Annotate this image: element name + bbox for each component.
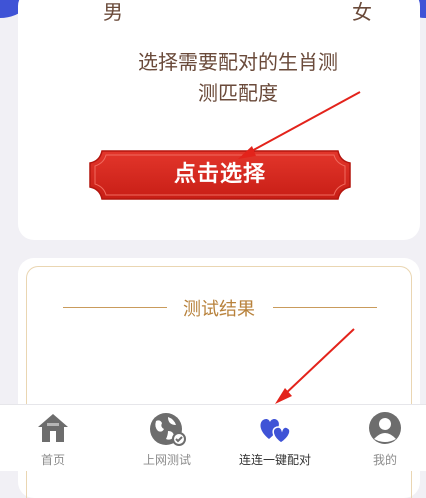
instruction-line-2: 测匹配度 xyxy=(198,81,278,105)
home-icon xyxy=(38,414,68,442)
choose-zodiac-button[interactable]: 点击选择 xyxy=(88,149,352,201)
zodiac-selection-card: 男 女 选择需要配对的生肖测 测匹配度 xyxy=(18,0,420,240)
user-icon xyxy=(369,412,401,444)
result-title: 测试结果 xyxy=(183,299,255,320)
hearts-icon xyxy=(260,418,291,444)
tab-quick-pair-label: 连连一键配对 xyxy=(238,453,311,467)
globe-icon xyxy=(150,413,186,446)
instruction-line-1: 选择需要配对的生肖测 xyxy=(138,50,338,74)
tab-mine[interactable]: 我的 xyxy=(350,405,420,471)
title-divider-right xyxy=(273,307,377,308)
tab-quick-pair[interactable]: 连连一键配对 xyxy=(226,405,324,471)
bottom-tab-bar: 首页 上网测试 连连一键配对 我的 xyxy=(0,404,426,471)
female-label[interactable]: 女 xyxy=(352,0,372,25)
tab-mine-label: 我的 xyxy=(372,453,397,467)
tab-online-test[interactable]: 上网测试 xyxy=(128,405,206,471)
tab-home[interactable]: 首页 xyxy=(18,405,88,471)
tab-online-test-label: 上网测试 xyxy=(142,453,191,467)
choose-button-label: 点击选择 xyxy=(173,162,266,187)
tab-home-label: 首页 xyxy=(40,453,65,467)
male-label[interactable]: 男 xyxy=(103,0,123,25)
